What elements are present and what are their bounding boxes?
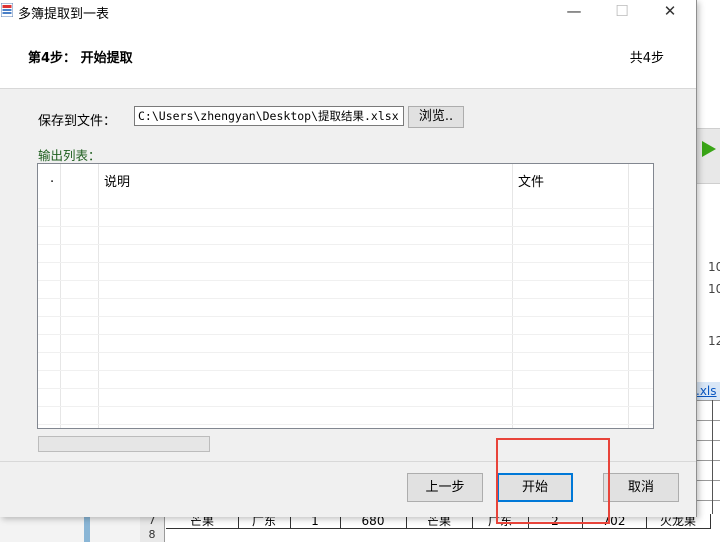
background-grid [696, 400, 720, 520]
background-number: 12 [708, 334, 720, 348]
output-list-label: 输出列表： [38, 148, 101, 163]
background-grid-line [712, 400, 713, 520]
background-number: 10 [708, 282, 720, 296]
app-icon [1, 3, 13, 17]
save-path-input[interactable]: C:\Users\zhengyan\Desktop\提取结果.xlsx [134, 106, 404, 126]
column-header-file: 文件 [518, 175, 545, 190]
column-header-index: . [50, 171, 55, 186]
background-file-link[interactable]: .xls [696, 382, 720, 400]
minimize-button[interactable]: — [556, 0, 592, 22]
close-button[interactable]: ✕ [652, 0, 688, 22]
window-title: 多簿提取到一表 [18, 7, 110, 22]
wizard-header: 第4步： 开始提取 共4步 [0, 22, 696, 89]
step-title: 第4步： 开始提取 [28, 51, 133, 66]
maximize-button[interactable]: ☐ [604, 0, 640, 22]
cancel-button[interactable]: 取消 [603, 473, 679, 502]
save-file-label: 保存到文件： [38, 114, 117, 129]
highlight-annotation-box [496, 438, 610, 524]
row-header: 8 [140, 528, 165, 542]
play-icon[interactable] [702, 141, 716, 157]
browse-button[interactable]: 浏览.. [408, 106, 464, 128]
list-rows [38, 208, 653, 428]
progress-bar [38, 436, 210, 452]
previous-step-button[interactable]: 上一步 [407, 473, 483, 502]
output-list[interactable]: . 说明 文件 [37, 163, 654, 429]
background-number: 10 [708, 260, 720, 274]
title-bar[interactable]: 多簿提取到一表 — ☐ ✕ [0, 0, 696, 22]
column-header-description: 说明 [104, 175, 131, 190]
background-sidebar-edge [84, 514, 90, 542]
step-count: 共4步 [629, 51, 664, 66]
